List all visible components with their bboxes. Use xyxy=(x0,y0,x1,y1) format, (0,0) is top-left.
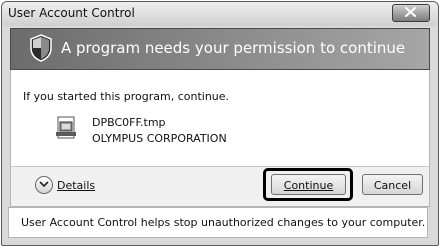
instruction-text: If you started this program, continue. xyxy=(23,90,230,103)
cancel-button[interactable]: Cancel xyxy=(362,174,423,195)
continue-button[interactable]: Continue xyxy=(271,174,346,195)
publisher-name: OLYMPUS CORPORATION xyxy=(92,132,227,145)
dialog-content: If you started this program, continue. D… xyxy=(10,70,430,166)
program-file-icon xyxy=(56,116,76,139)
close-button[interactable] xyxy=(392,4,430,22)
close-icon xyxy=(405,7,416,17)
program-name: DPBC0FF.tmp xyxy=(92,116,166,129)
details-link[interactable]: Details xyxy=(57,179,95,192)
permission-banner: A program needs your permission to conti… xyxy=(10,28,430,70)
info-bar: User Account Control helps stop unauthor… xyxy=(8,207,428,238)
title-bar: User Account Control xyxy=(2,2,438,26)
window-title: User Account Control xyxy=(8,6,135,20)
continue-label: Continue xyxy=(283,179,334,192)
chevron-down-icon xyxy=(39,181,49,188)
info-text: User Account Control helps stop unauthor… xyxy=(21,216,426,229)
details-expand-button[interactable] xyxy=(35,176,53,194)
banner-text: A program needs your permission to conti… xyxy=(61,39,406,57)
shield-icon xyxy=(30,34,52,62)
